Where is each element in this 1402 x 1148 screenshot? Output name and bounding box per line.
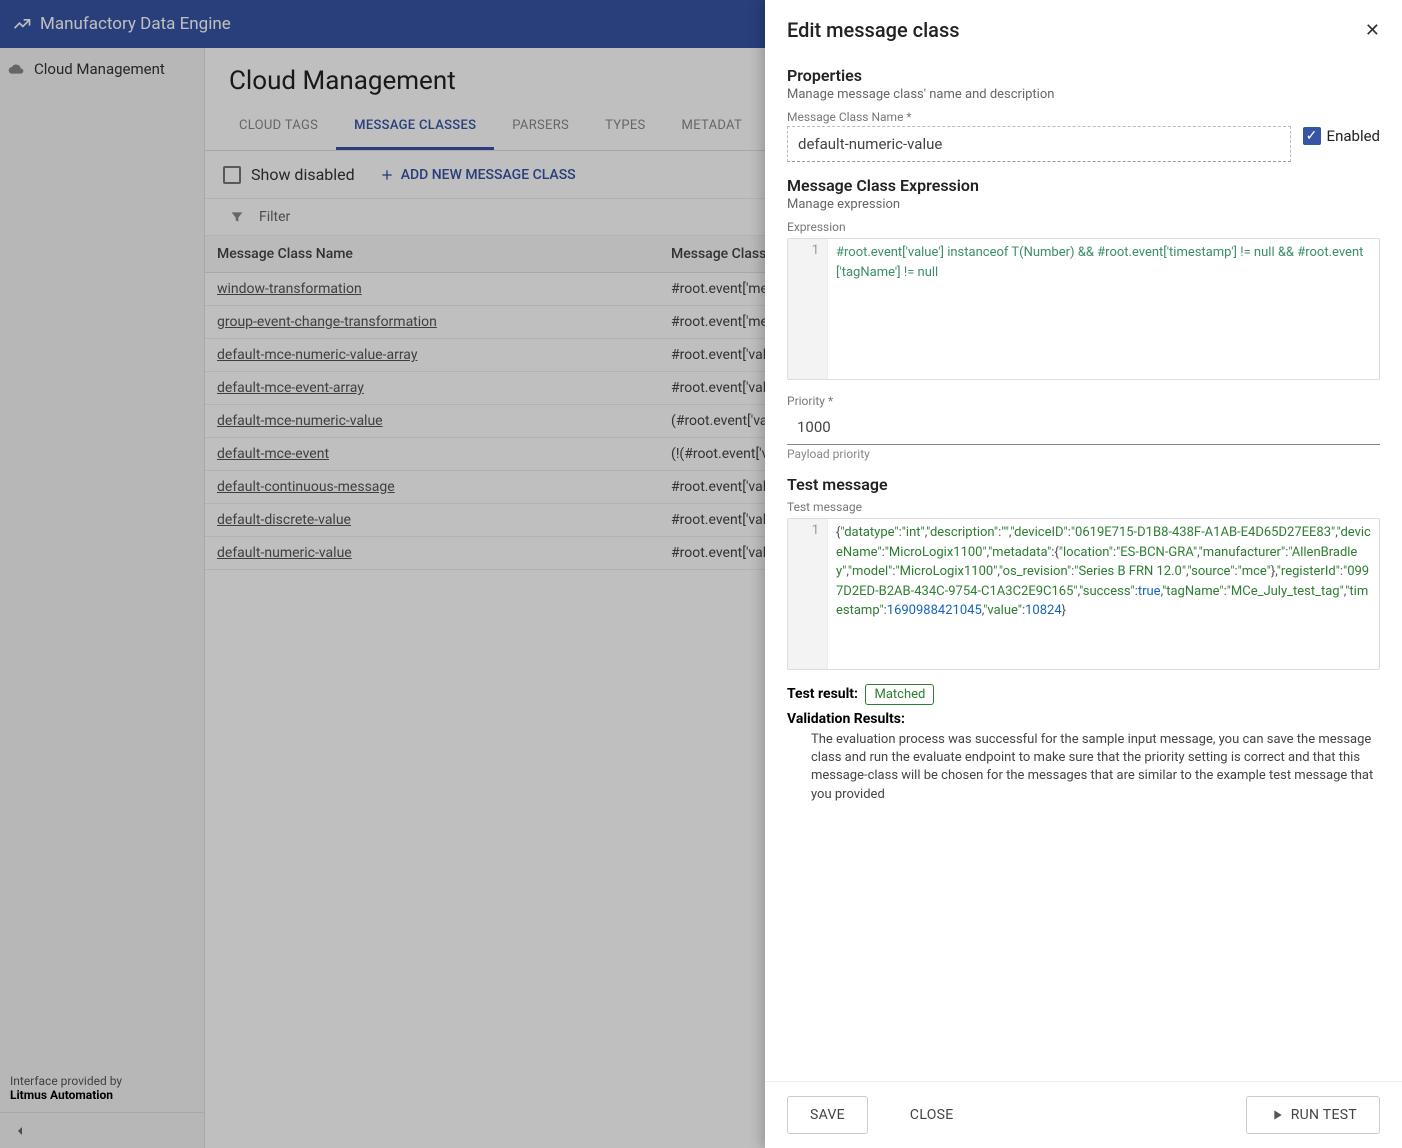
close-icon[interactable]: ✕ (1365, 20, 1380, 41)
checkbox-checked-icon: ✓ (1303, 127, 1321, 145)
expression-code[interactable]: #root.event['value'] instanceof T(Number… (828, 239, 1379, 379)
play-icon (1269, 1107, 1285, 1123)
expression-sub: Manage expression (787, 197, 1380, 212)
save-button[interactable]: SAVE (787, 1096, 868, 1134)
enabled-checkbox[interactable]: ✓ Enabled (1303, 127, 1380, 145)
test-heading: Test message (787, 475, 1380, 494)
properties-sub: Manage message class' name and descripti… (787, 87, 1380, 102)
expression-label: Expression (787, 220, 1380, 234)
test-result-label: Test result: (787, 686, 858, 702)
edit-message-class-panel: Edit message class ✕ Properties Manage m… (765, 0, 1402, 1148)
test-result-row: Test result: Matched (787, 684, 1380, 705)
line-gutter: 1 (788, 519, 828, 669)
panel-title: Edit message class (787, 18, 960, 42)
run-test-button[interactable]: RUN TEST (1246, 1096, 1380, 1134)
expression-editor[interactable]: 1 #root.event['value'] instanceof T(Numb… (787, 238, 1380, 380)
test-message-label: Test message (787, 500, 1380, 514)
validation-results: Validation Results: The evaluation proce… (787, 711, 1380, 804)
test-result-badge: Matched (865, 684, 934, 705)
test-message-code[interactable]: {"datatype":"int","description":"","devi… (828, 519, 1379, 669)
validation-label: Validation Results: (787, 711, 905, 727)
panel-footer: SAVE CLOSE RUN TEST (765, 1081, 1402, 1148)
test-message-editor[interactable]: 1 {"datatype":"int","description":"","de… (787, 518, 1380, 670)
expression-heading: Message Class Expression (787, 176, 1380, 195)
close-button[interactable]: CLOSE (888, 1097, 976, 1133)
priority-helper: Payload priority (787, 447, 1380, 461)
run-test-label: RUN TEST (1291, 1107, 1357, 1123)
priority-input[interactable] (787, 410, 1380, 445)
properties-heading: Properties (787, 66, 1380, 85)
priority-label: Priority * (787, 394, 1380, 408)
line-gutter: 1 (788, 239, 828, 379)
name-field-label: Message Class Name * (787, 110, 1291, 124)
validation-text: The evaluation process was successful fo… (787, 727, 1380, 804)
message-class-name-input[interactable] (787, 126, 1291, 162)
enabled-label: Enabled (1327, 127, 1380, 145)
